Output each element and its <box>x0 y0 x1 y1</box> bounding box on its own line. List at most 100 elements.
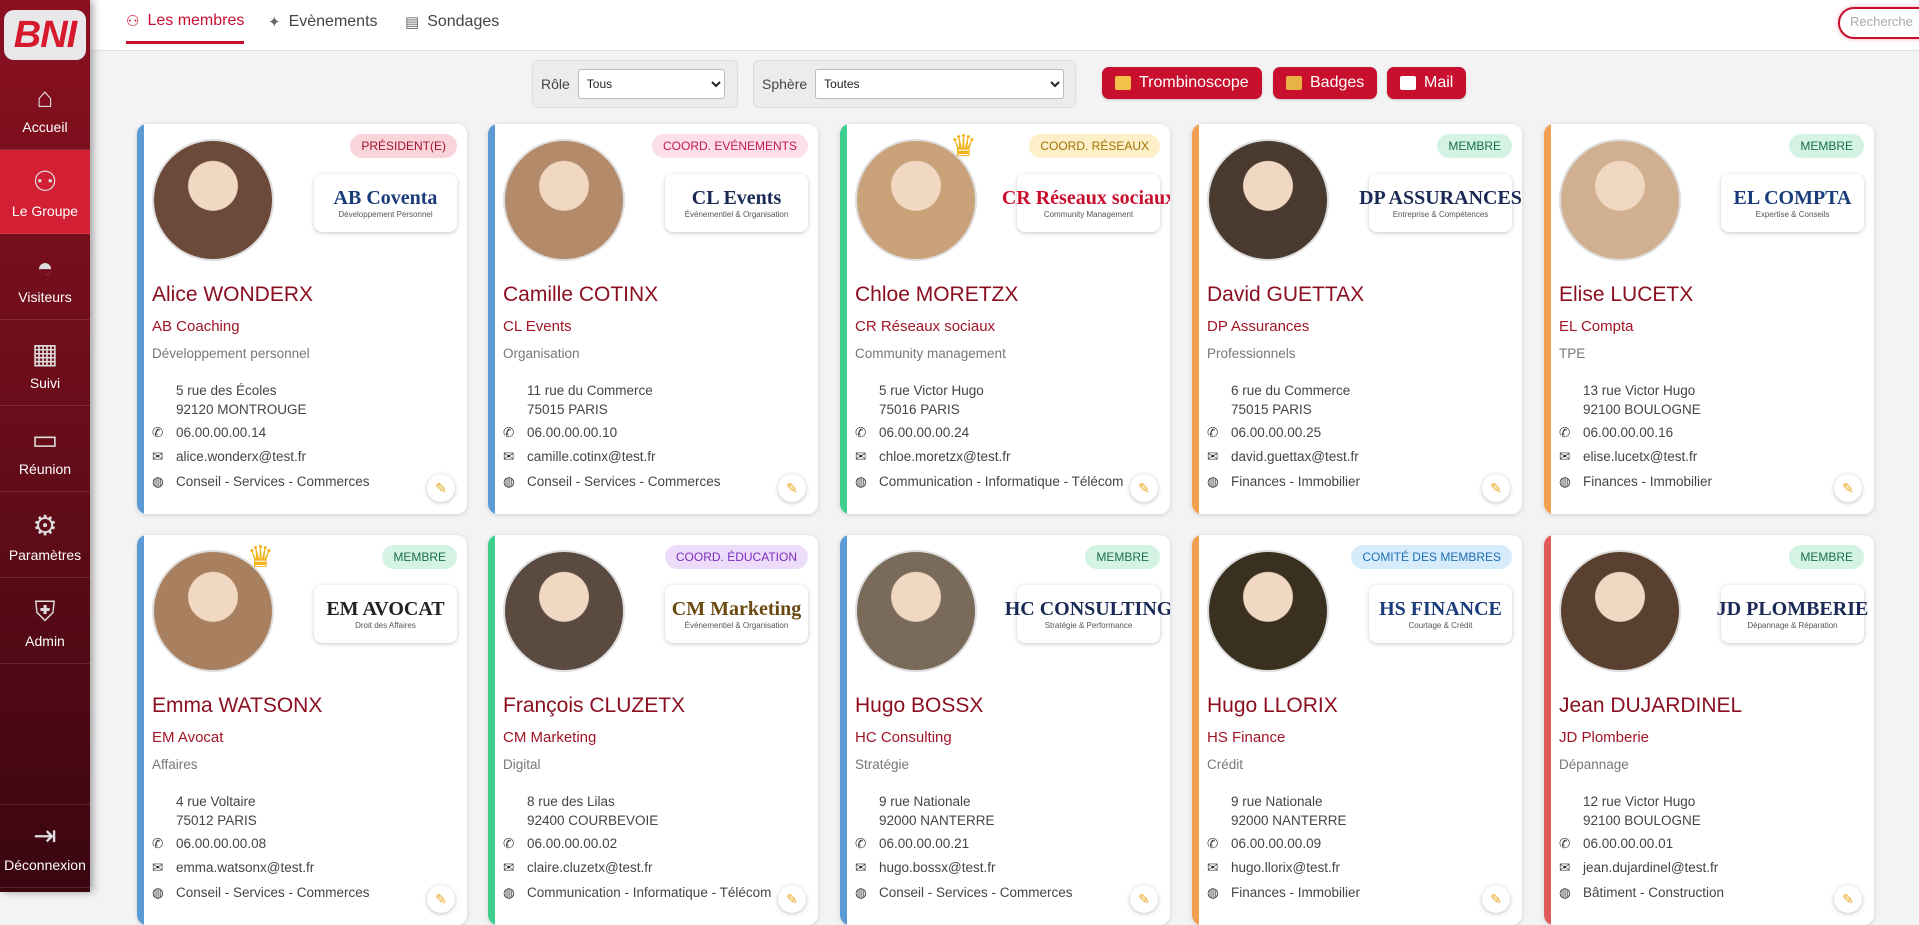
tab-sondages[interactable]: ▤ Sondages <box>405 0 499 44</box>
email-row[interactable]: ✉ camille.cotinx@test.fr <box>503 449 803 465</box>
company-logo-subtitle: Événementiel & Organisation <box>684 210 789 219</box>
role-filter: Rôle Tous <box>532 60 738 108</box>
member-card[interactable]: ♛ MEMBRE EM AVOCAT Droit des Affaires Emma W… <box>137 535 467 925</box>
sidebar-item-d-connexion[interactable]: ⇥ Déconnexion <box>0 804 90 888</box>
email-address: emma.watsonx@test.fr <box>176 860 315 875</box>
member-photo <box>152 139 274 261</box>
address-line-2: 92100 BOULOGNE <box>1583 813 1701 828</box>
top-bar: ✕ ⚇ Les membres ✦ Evènements ▤ Sondages <box>90 0 1919 51</box>
phone-icon: ✆ <box>503 425 515 440</box>
member-card[interactable]: COMITÉ DES MEMBRES HS FINANCE Courtage & C… <box>1192 535 1522 925</box>
email-row[interactable]: ✉ alice.wonderx@test.fr <box>152 449 452 465</box>
member-card[interactable]: MEMBRE JD PLOMBERIE Dépannage & Réparation… <box>1544 535 1874 925</box>
role-badge: MEMBRE <box>1085 545 1160 569</box>
email-row[interactable]: ✉ hugo.llorix@test.fr <box>1207 860 1507 876</box>
edit-pencil-icon[interactable]: ✎ <box>1834 885 1862 913</box>
card-stripe <box>137 124 144 514</box>
phone-number: 06.00.00.00.01 <box>1583 836 1674 851</box>
trombinoscope-button[interactable]: Trombinoscope <box>1102 67 1262 99</box>
company-logo-subtitle: Expertise & Conseils <box>1755 210 1830 219</box>
phone-icon: ✆ <box>1559 836 1571 851</box>
tab-ev-nements[interactable]: ✦ Evènements <box>268 0 378 44</box>
edit-pencil-icon[interactable]: ✎ <box>1482 474 1510 502</box>
phone-row[interactable]: ✆ 06.00.00.00.10 <box>503 425 803 441</box>
member-card[interactable]: ♛ COORD. RÉSEAUX CR Réseaux sociaux Communi… <box>840 124 1170 514</box>
address-line-2: 75015 PARIS <box>1231 402 1312 417</box>
phone-row[interactable]: ✆ 06.00.00.00.08 <box>152 836 452 852</box>
sidebar-item-admin[interactable]: ⛨ Admin <box>0 580 90 664</box>
search-input[interactable] <box>1850 14 1919 29</box>
member-company: CR Réseaux sociaux <box>855 318 996 335</box>
edit-pencil-icon[interactable]: ✎ <box>778 885 806 913</box>
sidebar-item-suivi[interactable]: ▦ Suivi <box>0 322 90 406</box>
address-line-1: 5 rue des Écoles <box>176 383 277 398</box>
sidebar-item-visiteurs[interactable]: ◓ Visiteurs <box>0 236 90 320</box>
address-line-2: 75012 PARIS <box>176 813 257 828</box>
sidebar-item-le-groupe[interactable]: ⚇ Le Groupe <box>0 150 90 234</box>
sidebar-item-r-union[interactable]: ▭ Réunion <box>0 408 90 492</box>
clipboard-icon: ▤ <box>405 14 420 31</box>
company-logo: HS FINANCE Courtage & Crédit <box>1369 585 1512 643</box>
phone-row[interactable]: ✆ 06.00.00.00.02 <box>503 836 803 852</box>
phone-row[interactable]: ✆ 06.00.00.00.14 <box>152 425 452 441</box>
card-stripe <box>1544 535 1551 925</box>
email-row[interactable]: ✉ claire.cluzetx@test.fr <box>503 860 803 876</box>
edit-pencil-icon[interactable]: ✎ <box>427 474 455 502</box>
globe-icon: ◍ <box>503 885 515 900</box>
chart-icon: ▦ <box>31 338 59 369</box>
card-stripe <box>840 535 847 925</box>
edit-pencil-icon[interactable]: ✎ <box>1130 474 1158 502</box>
phone-number: 06.00.00.00.16 <box>1583 425 1674 440</box>
sphere-row: ◍ Finances - Immobilier <box>1559 474 1827 490</box>
phone-row[interactable]: ✆ 06.00.00.00.01 <box>1559 836 1859 852</box>
phone-row[interactable]: ✆ 06.00.00.00.24 <box>855 425 1155 441</box>
email-row[interactable]: ✉ chloe.moretzx@test.fr <box>855 449 1155 465</box>
email-row[interactable]: ✉ elise.lucetx@test.fr <box>1559 449 1859 465</box>
phone-icon: ✆ <box>1207 425 1219 440</box>
role-badge: MEMBRE <box>382 545 457 569</box>
sphere-text: Conseil - Services - Commerces <box>176 885 370 900</box>
email-row[interactable]: ✉ jean.dujardinel@test.fr <box>1559 860 1859 876</box>
address-line-2: 92000 NANTERRE <box>879 813 995 828</box>
company-logo: EL COMPTA Expertise & Conseils <box>1721 174 1864 232</box>
address-line-2: 92400 COURBEVOIE <box>527 813 659 828</box>
member-card[interactable]: MEMBRE HC CONSULTING Stratégie & Performan… <box>840 535 1170 925</box>
member-card[interactable]: MEMBRE EL COMPTA Expertise & Conseils Elise… <box>1544 124 1874 514</box>
edit-pencil-icon[interactable]: ✎ <box>427 885 455 913</box>
role-badge: COORD. ÉDUCATION <box>664 545 808 569</box>
edit-pencil-icon[interactable]: ✎ <box>778 474 806 502</box>
envelope-icon: ✉ <box>1207 860 1219 875</box>
card-stripe <box>1192 535 1199 925</box>
role-select[interactable]: Tous <box>577 69 725 99</box>
phone-row[interactable]: ✆ 06.00.00.00.25 <box>1207 425 1507 441</box>
sphere-select[interactable]: Toutes <box>815 69 1065 99</box>
sphere-text: Communication - Informatique - Télécom <box>527 885 771 900</box>
sphere-text: Conseil - Services - Commerces <box>176 474 370 489</box>
bni-logo[interactable]: BNI <box>4 10 86 60</box>
phone-row[interactable]: ✆ 06.00.00.00.09 <box>1207 836 1507 852</box>
email-row[interactable]: ✉ emma.watsonx@test.fr <box>152 860 452 876</box>
sidebar-item-param-tres[interactable]: ⚙ Paramètres <box>0 494 90 578</box>
mail-button[interactable]: Mail <box>1387 67 1467 99</box>
edit-pencil-icon[interactable]: ✎ <box>1130 885 1158 913</box>
phone-row[interactable]: ✆ 06.00.00.00.21 <box>855 836 1155 852</box>
member-card[interactable]: PRÉSIDENT(E) AB Coventa Développement Pers… <box>137 124 467 514</box>
edit-pencil-icon[interactable]: ✎ <box>1482 885 1510 913</box>
member-card[interactable]: COORD. EVÉNEMENTS CL Events Événementiel &… <box>488 124 818 514</box>
phone-row[interactable]: ✆ 06.00.00.00.16 <box>1559 425 1859 441</box>
company-logo-text: HC CONSULTING <box>1004 598 1170 620</box>
member-card[interactable]: MEMBRE DP ASSURANCES Entreprise & Compéten… <box>1192 124 1522 514</box>
sidebar-item-accueil[interactable]: ⌂ Accueil <box>0 66 90 150</box>
badges-button[interactable]: Badges <box>1273 67 1378 99</box>
member-card[interactable]: COORD. ÉDUCATION CM Marketing Événementiel… <box>488 535 818 925</box>
edit-pencil-icon[interactable]: ✎ <box>1834 474 1862 502</box>
house-icon: ⌂ <box>36 82 54 113</box>
member-company: AB Coaching <box>152 318 240 335</box>
phone-icon: ✆ <box>855 425 867 440</box>
envelope-icon <box>1400 76 1416 90</box>
globe-icon: ◍ <box>1559 474 1571 489</box>
tab-les-membres[interactable]: ⚇ Les membres <box>126 0 245 44</box>
email-row[interactable]: ✉ david.guettax@test.fr <box>1207 449 1507 465</box>
search-box[interactable]: ✕ <box>1838 7 1919 39</box>
email-row[interactable]: ✉ hugo.bossx@test.fr <box>855 860 1155 876</box>
